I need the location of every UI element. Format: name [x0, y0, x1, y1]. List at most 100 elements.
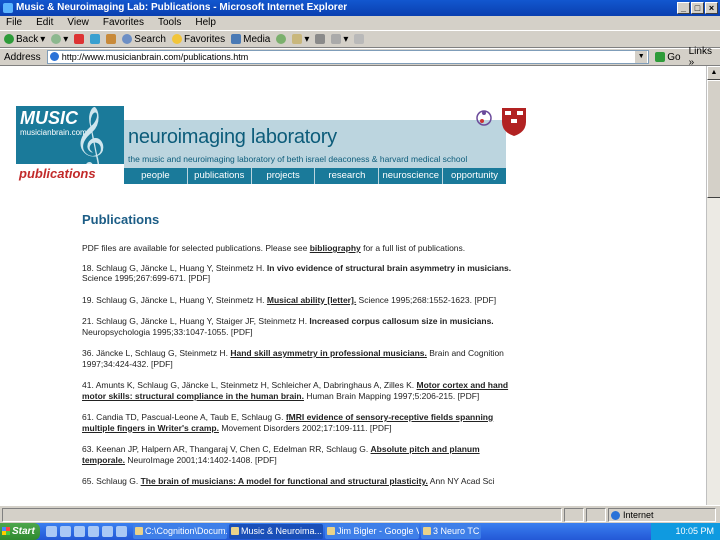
search-button[interactable]: Search — [122, 34, 166, 45]
media-button[interactable]: Media — [231, 34, 270, 45]
status-text-cell — [2, 507, 562, 522]
publication-item: 18. Schlaug G, Jäncke L, Huang Y, Steinm… — [82, 262, 512, 284]
discuss-button[interactable] — [354, 34, 365, 44]
windows-logo-icon — [2, 527, 10, 535]
publication-title: In vivo evidence of structural brain asy… — [266, 262, 512, 273]
minimize-button[interactable]: _ — [677, 2, 690, 14]
mail-button[interactable]: ▾ — [292, 34, 309, 45]
menu-bar: File Edit View Favorites Tools Help — [0, 16, 720, 30]
publication-item: 63. Keenan JP, Halpern AR, Thangaraj V, … — [82, 444, 480, 465]
back-arrow-icon — [4, 34, 14, 44]
publication-item: 41. Amunts K, Schlaug G, Jäncke L, Stein… — [82, 380, 509, 401]
taskbar-item-google[interactable]: Jim Bigler - Google V... — [325, 524, 419, 539]
publications-content: Publications PDF files are available for… — [82, 212, 512, 498]
edit-icon — [331, 34, 342, 44]
pdf-link[interactable]: Movement Disorders 2002;17:109-111. [PDF… — [219, 423, 391, 433]
menu-file[interactable]: File — [6, 16, 22, 30]
pdf-link[interactable]: NeuroImage 2001;14:1402-1408. [PDF] — [125, 455, 276, 465]
bibliography-link[interactable]: bibliography — [310, 243, 361, 253]
lab-title: neuroimaging laboratory — [128, 126, 337, 148]
go-arrow-icon — [655, 52, 666, 62]
publication-link[interactable]: The brain of musicians: A model for func… — [141, 476, 428, 486]
address-url: http://www.musicianbrain.com/publication… — [61, 52, 249, 62]
site-banner: MUSIC musicianbrain.com 𝄞 publications n… — [16, 106, 526, 184]
internet-globe-icon — [611, 510, 620, 520]
taskbar-item-explorer[interactable]: C:\Cognition\Docum... — [133, 524, 227, 539]
discuss-icon — [354, 34, 365, 44]
taskbar-item-ie[interactable]: Music & Neuroima... — [229, 524, 323, 539]
treble-clef-icon: 𝄞 — [74, 106, 106, 169]
lab-subtitle: the music and neuroimaging laboratory of… — [128, 154, 468, 164]
menu-help[interactable]: Help — [195, 16, 216, 30]
nav-projects[interactable]: projects — [252, 168, 316, 184]
menu-favorites[interactable]: Favorites — [103, 16, 144, 30]
edit-button[interactable]: ▾ — [331, 34, 348, 45]
outlook-icon[interactable] — [74, 526, 85, 537]
print-icon — [315, 34, 326, 44]
scroll-thumb[interactable] — [707, 80, 720, 198]
ie-icon — [3, 3, 13, 13]
print-button[interactable] — [315, 34, 326, 44]
publication-link[interactable]: Musical ability [letter]. — [267, 295, 356, 305]
desktop-icon[interactable] — [46, 526, 57, 537]
nav-publications[interactable]: publications — [188, 168, 252, 184]
logo-publications-text: publications — [16, 164, 124, 184]
page-title: Publications — [82, 212, 160, 227]
address-label: Address — [4, 51, 41, 63]
nav-research[interactable]: research — [315, 168, 380, 184]
address-dropdown-icon[interactable]: ▼ — [635, 51, 648, 63]
app-quick-icon[interactable] — [102, 526, 113, 537]
browser-window: Music & Neuroimaging Lab: Publications -… — [0, 0, 720, 540]
pdf-link[interactable]: Neuropsychologia 1995;33:1047-1055. [PDF… — [82, 327, 253, 337]
status-cell — [586, 507, 606, 522]
pdf-link[interactable]: Science 1995;268:1552-1623. [PDF] — [356, 295, 497, 305]
title-bar: Music & Neuroimaging Lab: Publications -… — [0, 0, 720, 16]
scroll-up-arrow-icon[interactable]: ▲ — [707, 66, 720, 80]
publication-item: 19. Schlaug G, Jäncke L, Huang Y, Steinm… — [82, 294, 497, 305]
menu-edit[interactable]: Edit — [36, 16, 53, 30]
links-button[interactable]: Links » — [689, 46, 720, 68]
start-button[interactable]: Start — [0, 523, 40, 540]
media-player-icon[interactable] — [88, 526, 99, 537]
nav-people[interactable]: people — [124, 168, 188, 184]
app-quick-icon[interactable] — [116, 526, 127, 537]
home-icon — [106, 34, 117, 44]
page-viewport: MUSIC musicianbrain.com 𝄞 publications n… — [0, 66, 706, 523]
taskbar-item-doc[interactable]: 3 Neuro TC Bio — [421, 524, 481, 539]
intro-text: PDF files are available for selected pub… — [82, 243, 466, 253]
vertical-scrollbar[interactable]: ▲ ▼ — [706, 66, 720, 523]
history-button[interactable] — [276, 34, 287, 44]
home-button[interactable] — [106, 34, 117, 44]
address-bar: Address http://www.musicianbrain.com/pub… — [0, 46, 720, 68]
harvard-crest-icon — [476, 108, 526, 136]
publication-title: Increased corpus callosum size in musici… — [309, 316, 494, 326]
pdf-link[interactable]: Science 1995;267:699-671. [PDF] — [82, 273, 210, 283]
nav-opportunity[interactable]: opportunity — [443, 168, 506, 184]
close-button[interactable]: × — [705, 2, 718, 14]
history-icon — [276, 34, 287, 44]
search-icon — [122, 34, 133, 44]
favorites-button[interactable]: Favorites — [171, 34, 225, 45]
system-tray: 10:05 PM — [651, 523, 720, 540]
nav-neuroscience[interactable]: neuroscience — [379, 168, 444, 184]
quick-launch — [46, 526, 127, 537]
maximize-button[interactable]: □ — [691, 2, 704, 14]
forward-button[interactable]: ▾ — [51, 34, 68, 45]
status-cell — [564, 507, 584, 522]
refresh-button[interactable] — [90, 34, 101, 44]
lab-header: neuroimaging laboratory the music and ne… — [124, 108, 526, 168]
go-button[interactable]: Go — [655, 52, 681, 63]
back-button[interactable]: Back ▾ — [4, 34, 45, 45]
menu-tools[interactable]: Tools — [158, 16, 181, 30]
ie-quick-icon[interactable] — [60, 526, 71, 537]
taskbar: Start C:\Cognition\Docum... Music & Neur… — [0, 523, 720, 540]
publication-link[interactable]: Hand skill asymmetry in professional mus… — [230, 348, 427, 358]
music-logo: MUSIC musicianbrain.com 𝄞 publications — [16, 106, 124, 184]
status-bar: Internet — [0, 505, 720, 523]
pdf-link[interactable]: Human Brain Mapping 1997;5:206-215. [PDF… — [304, 391, 479, 401]
zone-cell: Internet — [608, 507, 716, 522]
publication-item: 65. Schlaug G. The brain of musicians: A… — [82, 476, 495, 486]
address-input[interactable]: http://www.musicianbrain.com/publication… — [46, 50, 650, 64]
stop-button[interactable] — [74, 34, 85, 44]
menu-view[interactable]: View — [67, 16, 89, 30]
